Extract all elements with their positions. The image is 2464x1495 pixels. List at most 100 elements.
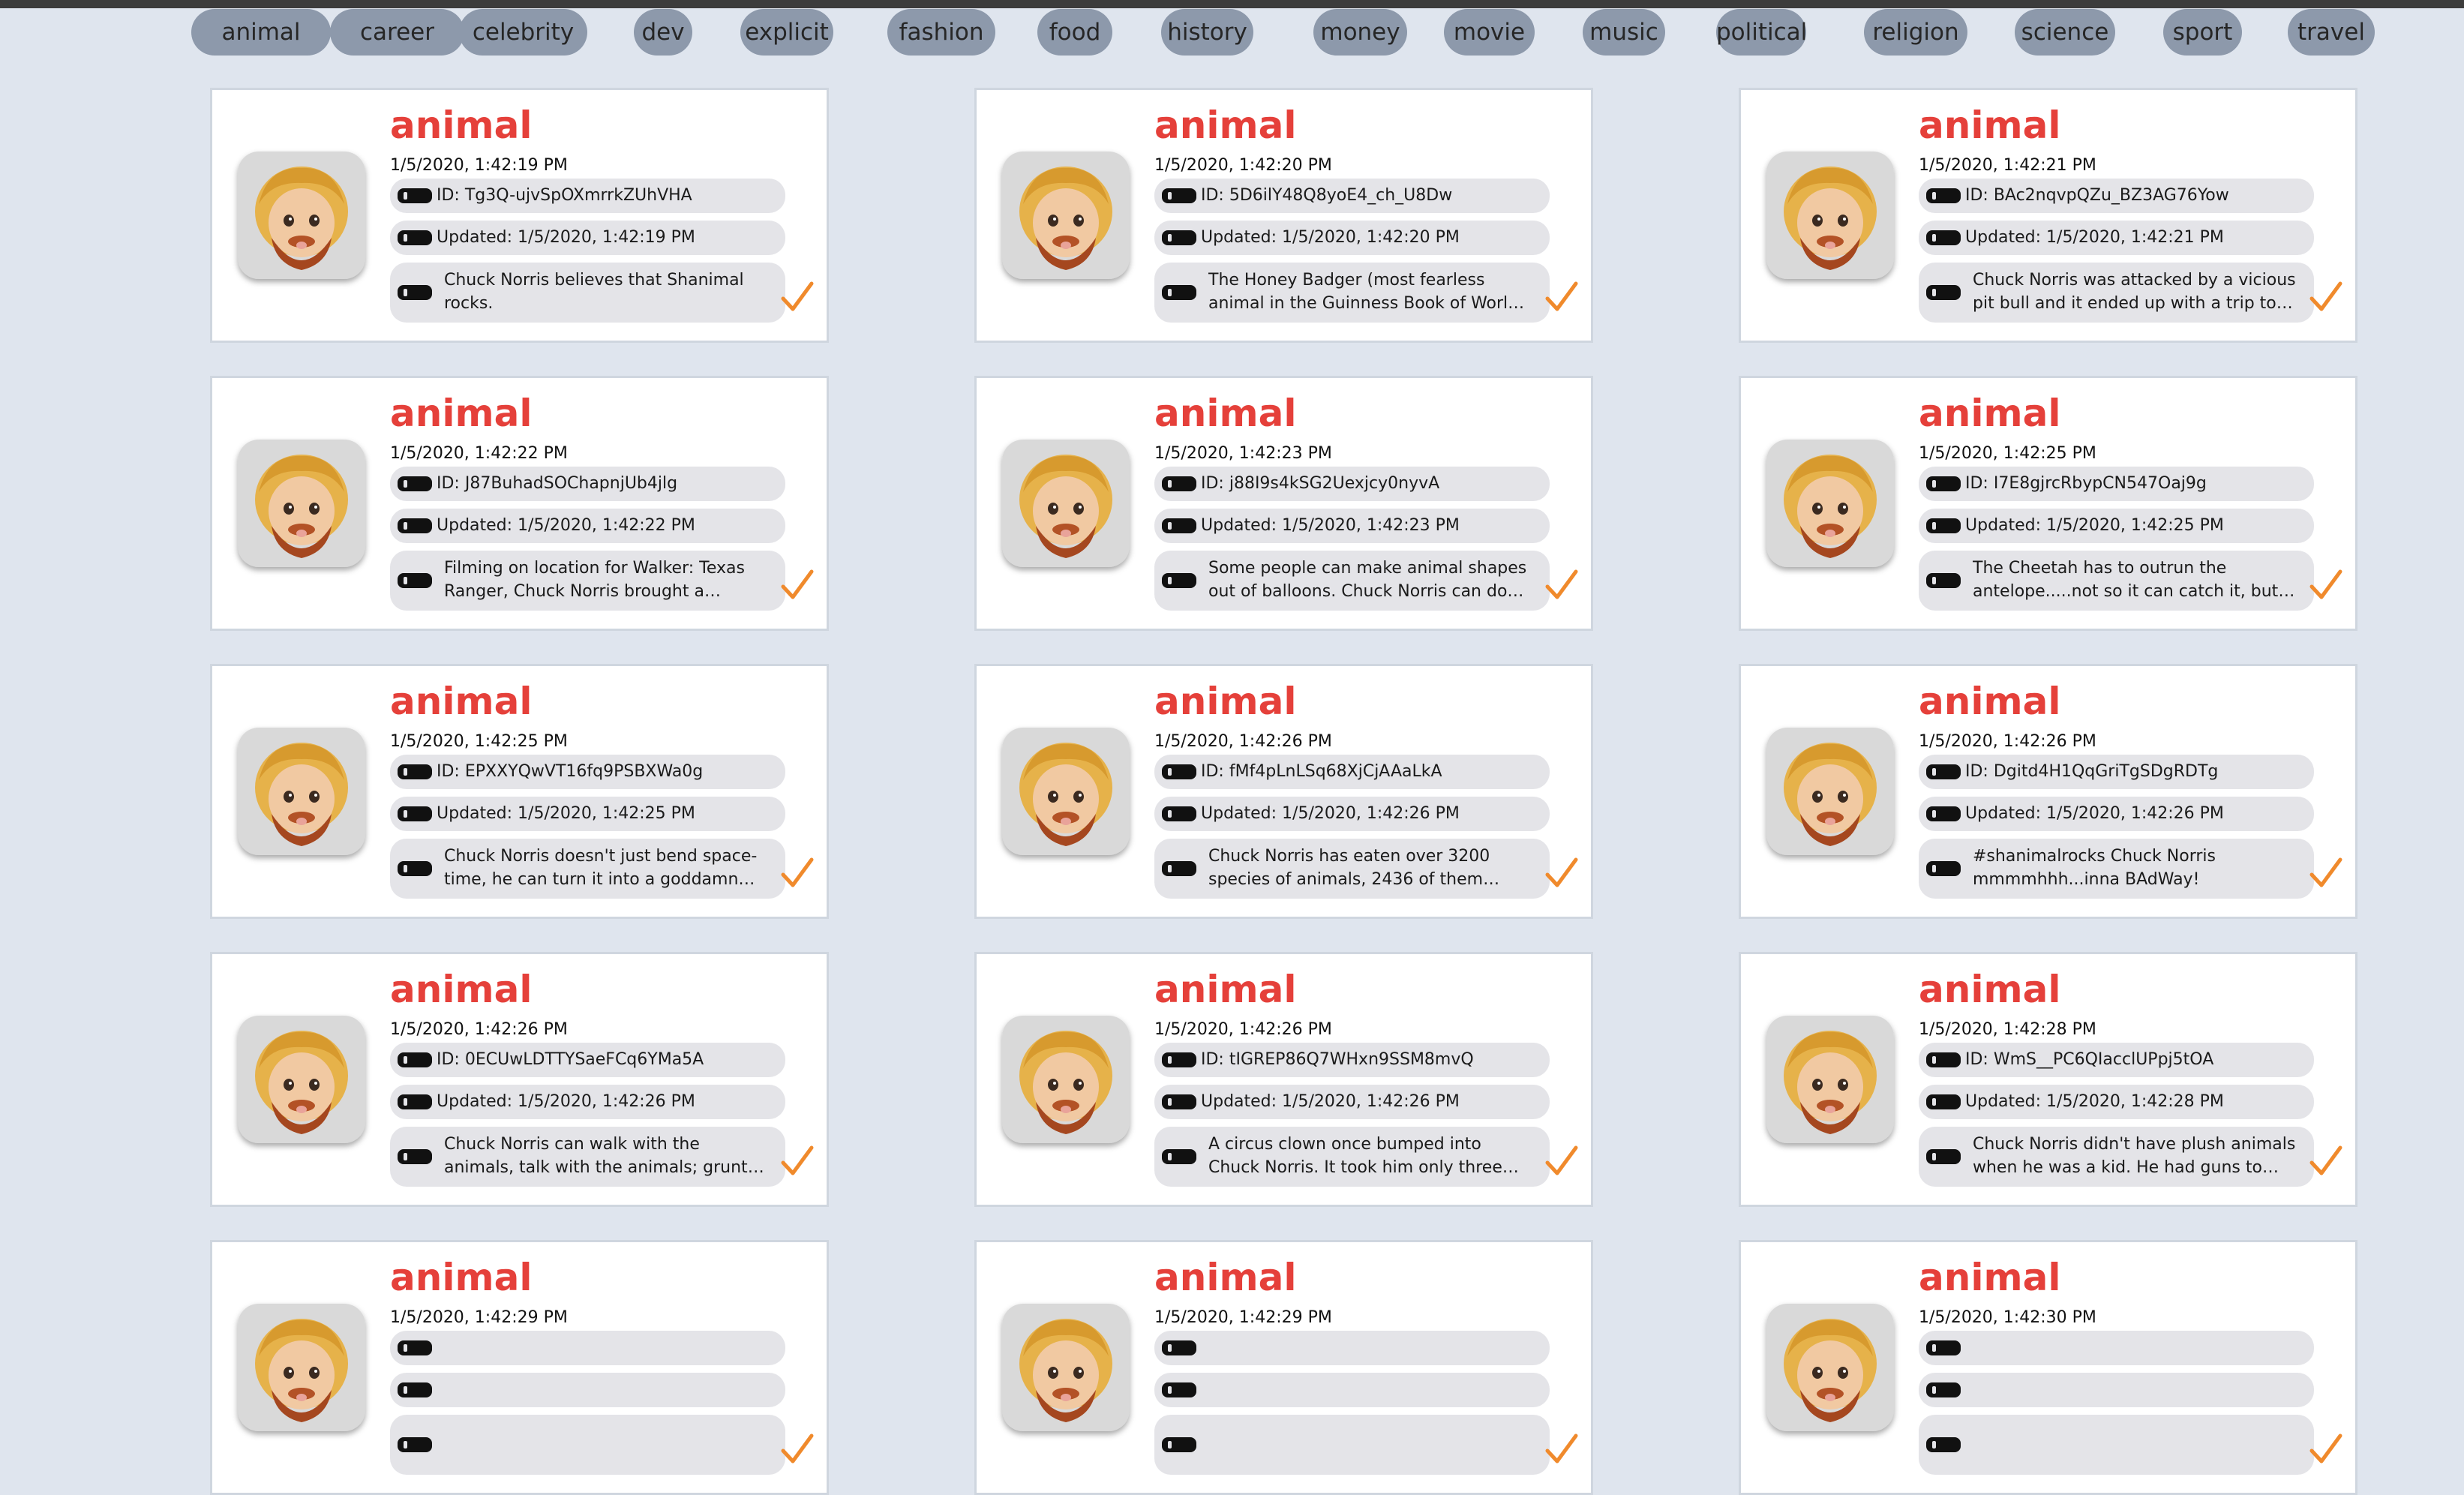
chuck-norris-avatar xyxy=(238,728,365,855)
checkmark-icon[interactable] xyxy=(2307,1430,2345,1467)
checkmark-icon[interactable] xyxy=(1543,566,1580,603)
joke-card[interactable]: animal 1/5/2020, 1:42:21 PM ID: BAc2nqvp… xyxy=(1739,88,2357,343)
tag-icon xyxy=(1926,285,1961,300)
tag-icon xyxy=(398,1052,432,1067)
card-created-date: 1/5/2020, 1:42:29 PM xyxy=(390,1308,568,1327)
tag-icon xyxy=(1926,1094,1961,1109)
card-category-title: animal xyxy=(1919,104,2061,147)
joke-text: Some people can make animal shapes out o… xyxy=(1208,559,1527,601)
joke-id-pill xyxy=(390,1331,785,1365)
checkmark-icon[interactable] xyxy=(1543,1430,1580,1467)
updated-pill xyxy=(390,1373,785,1407)
joke-text-pill: The Honey Badger (most fearless animal i… xyxy=(1154,263,1550,323)
chuck-norris-avatar xyxy=(238,440,365,567)
card-category-title: animal xyxy=(390,392,533,435)
card-category-title: animal xyxy=(390,680,533,723)
updated-date: Updated: 1/5/2020, 1:42:23 PM xyxy=(1201,516,1460,535)
tag-icon xyxy=(1926,1340,1961,1355)
updated-pill: Updated: 1/5/2020, 1:42:26 PM xyxy=(1154,1085,1550,1119)
joke-card[interactable]: animal 1/5/2020, 1:42:25 PM ID: EPXXYQwV… xyxy=(210,664,829,919)
checkmark-icon[interactable] xyxy=(1543,278,1580,315)
joke-text: Chuck Norris believes that Shanimal rock… xyxy=(444,271,744,313)
updated-pill xyxy=(1919,1373,2314,1407)
checkmark-icon[interactable] xyxy=(779,1430,816,1467)
chuck-norris-avatar xyxy=(1002,728,1130,855)
updated-date: Updated: 1/5/2020, 1:42:26 PM xyxy=(1965,804,2224,823)
tag-icon xyxy=(1926,230,1961,245)
card-created-date: 1/5/2020, 1:42:20 PM xyxy=(1154,156,1332,175)
joke-card[interactable]: animal 1/5/2020, 1:42:19 PM ID: Tg3Q-ujv… xyxy=(210,88,829,343)
card-category-title: animal xyxy=(1919,392,2061,435)
checkmark-icon[interactable] xyxy=(779,278,816,315)
joke-card[interactable]: animal 1/5/2020, 1:42:23 PM ID: j88I9s4k… xyxy=(974,376,1593,631)
card-category-title: animal xyxy=(390,104,533,147)
chuck-norris-avatar xyxy=(1002,1016,1130,1143)
card-category-title: animal xyxy=(390,1256,533,1299)
tag-icon xyxy=(398,188,432,203)
joke-id-pill xyxy=(1919,1331,2314,1365)
checkmark-icon[interactable] xyxy=(779,854,816,891)
card-category-title: animal xyxy=(1154,680,1297,723)
tag-icon xyxy=(1162,861,1196,876)
chuck-norris-avatar xyxy=(1766,1016,1894,1143)
joke-text-pill: Chuck Norris can walk with the animals, … xyxy=(390,1127,785,1187)
updated-pill: Updated: 1/5/2020, 1:42:20 PM xyxy=(1154,221,1550,255)
checkmark-icon[interactable] xyxy=(2307,854,2345,891)
tag-icon xyxy=(1926,764,1961,779)
joke-card[interactable]: animal 1/5/2020, 1:42:26 PM ID: Dgitd4H1… xyxy=(1739,664,2357,919)
updated-pill: Updated: 1/5/2020, 1:42:25 PM xyxy=(1919,509,2314,543)
card-category-title: animal xyxy=(1919,968,2061,1011)
joke-card[interactable]: animal 1/5/2020, 1:42:20 PM ID: 5D6ilY48… xyxy=(974,88,1593,343)
joke-id: ID: tIGREP86Q7WHxn9SSM8mvQ xyxy=(1201,1050,1474,1069)
tag-icon xyxy=(1926,806,1961,821)
joke-id-pill: ID: J87BuhadSOChapnjUb4jlg xyxy=(390,467,785,501)
updated-pill: Updated: 1/5/2020, 1:42:21 PM xyxy=(1919,221,2314,255)
joke-card[interactable]: animal 1/5/2020, 1:42:25 PM ID: I7E8gjrc… xyxy=(1739,376,2357,631)
updated-pill: Updated: 1/5/2020, 1:42:23 PM xyxy=(1154,509,1550,543)
card-category-title: animal xyxy=(1154,968,1297,1011)
checkmark-icon[interactable] xyxy=(2307,278,2345,315)
joke-card[interactable]: animal 1/5/2020, 1:42:26 PM ID: tIGREP86… xyxy=(974,952,1593,1207)
joke-card[interactable]: animal 1/5/2020, 1:42:22 PM ID: J87Buhad… xyxy=(210,376,829,631)
joke-card[interactable]: animal 1/5/2020, 1:42:29 PM xyxy=(210,1240,829,1495)
card-created-date: 1/5/2020, 1:42:21 PM xyxy=(1919,156,2096,175)
chuck-norris-avatar xyxy=(1766,152,1894,279)
tag-icon xyxy=(398,1437,432,1452)
joke-id: ID: WmS__PC6QIacclUPpj5tOA xyxy=(1965,1050,2214,1069)
tag-icon xyxy=(1926,861,1961,876)
joke-text: The Cheetah has to outrun the antelope..… xyxy=(1973,559,2299,601)
joke-card[interactable]: animal 1/5/2020, 1:42:30 PM xyxy=(1739,1240,2357,1495)
checkmark-icon[interactable] xyxy=(779,566,816,603)
checkmark-icon[interactable] xyxy=(2307,566,2345,603)
checkmark-icon[interactable] xyxy=(1543,1142,1580,1179)
card-category-title: animal xyxy=(1919,680,2061,723)
updated-date: Updated: 1/5/2020, 1:42:19 PM xyxy=(437,228,695,247)
joke-card[interactable]: animal 1/5/2020, 1:42:26 PM ID: fMf4pLnL… xyxy=(974,664,1593,919)
checkmark-icon[interactable] xyxy=(2307,1142,2345,1179)
joke-card[interactable]: animal 1/5/2020, 1:42:28 PM ID: WmS__PC6… xyxy=(1739,952,2357,1207)
tag-icon xyxy=(1926,573,1961,588)
tag-icon xyxy=(1162,476,1196,491)
joke-card[interactable]: animal 1/5/2020, 1:42:29 PM xyxy=(974,1240,1593,1495)
joke-id-pill: ID: Tg3Q-ujvSpOXmrrkZUhVHA xyxy=(390,179,785,213)
tag-icon xyxy=(1162,764,1196,779)
joke-text-pill: Chuck Norris didn't have plush animals w… xyxy=(1919,1127,2314,1187)
card-created-date: 1/5/2020, 1:42:28 PM xyxy=(1919,1020,2096,1039)
tag-icon xyxy=(1162,188,1196,203)
checkmark-icon[interactable] xyxy=(779,1142,816,1179)
joke-text: A circus clown once bumped into Chuck No… xyxy=(1208,1135,1502,1177)
updated-date: Updated: 1/5/2020, 1:42:21 PM xyxy=(1965,228,2224,247)
card-created-date: 1/5/2020, 1:42:22 PM xyxy=(390,444,568,463)
tag-icon xyxy=(398,573,432,588)
joke-text: #shanimalrocks Chuck Norris mmmmhhh...in… xyxy=(1973,847,2216,889)
updated-pill: Updated: 1/5/2020, 1:42:25 PM xyxy=(390,797,785,831)
joke-id-pill: ID: 5D6ilY48Q8yoE4_ch_U8Dw xyxy=(1154,179,1550,213)
tag-icon xyxy=(398,285,432,300)
tag-icon xyxy=(1162,1437,1196,1452)
tag-icon xyxy=(1926,1437,1961,1452)
joke-id: ID: j88I9s4kSG2Uexjcy0nyvA xyxy=(1201,474,1440,493)
tag-icon xyxy=(1162,230,1196,245)
joke-text-pill: Some people can make animal shapes out o… xyxy=(1154,551,1550,611)
joke-card[interactable]: animal 1/5/2020, 1:42:26 PM ID: 0ECUwLDT… xyxy=(210,952,829,1207)
checkmark-icon[interactable] xyxy=(1543,854,1580,891)
